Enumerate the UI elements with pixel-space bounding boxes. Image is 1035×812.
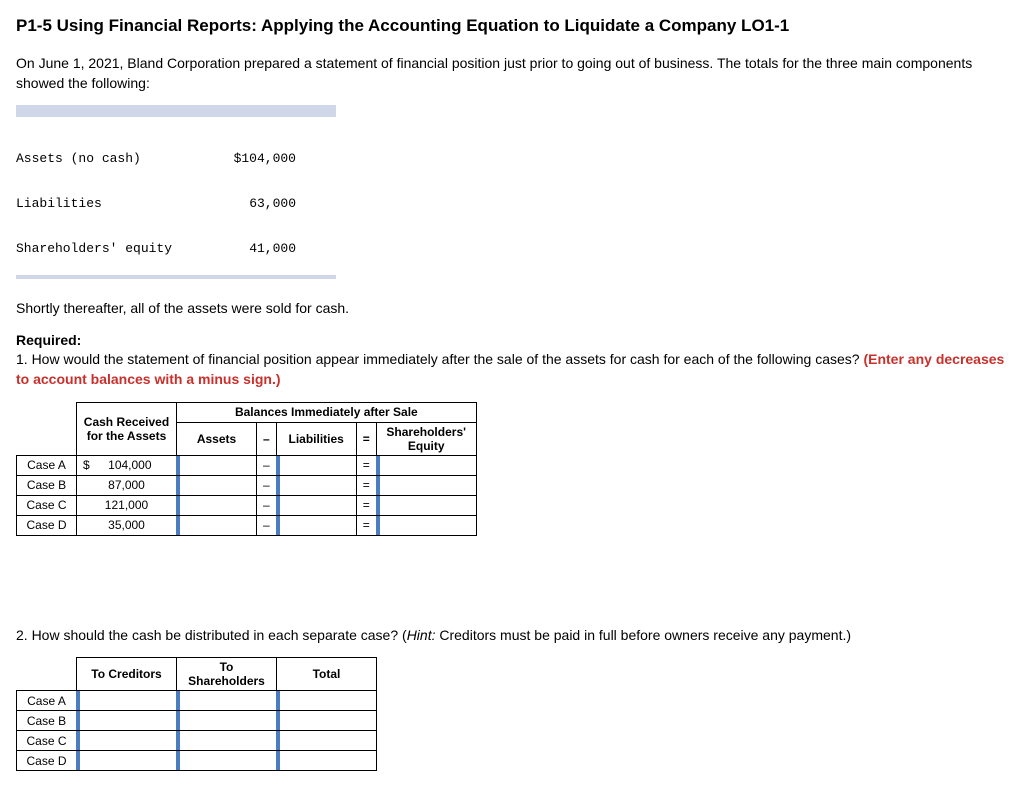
header-assets: Assets <box>177 422 257 455</box>
comp-label-equity: Shareholders' equity <box>16 241 196 256</box>
required-label: Required: <box>16 332 81 348</box>
liabilities-input[interactable] <box>276 495 356 515</box>
cash-value: 35,000 <box>77 515 177 535</box>
cash-value: $104,000 <box>77 455 177 475</box>
minus-cell: – <box>257 515 277 535</box>
empty-header <box>17 658 77 691</box>
comp-label-liabilities: Liabilities <box>16 196 196 211</box>
comp-value-assets: $104,000 <box>196 151 296 166</box>
header-balances-after-sale: Balances Immediately after Sale <box>177 402 477 422</box>
table-row: Case A $104,000 – = <box>17 455 477 475</box>
comp-value-equity: 41,000 <box>196 241 296 256</box>
balances-table: Cash Received for the Assets Balances Im… <box>16 402 477 536</box>
liabilities-input[interactable] <box>276 515 356 535</box>
table-row: Case C <box>17 731 377 751</box>
table-row: Case A <box>17 691 377 711</box>
intro-paragraph: On June 1, 2021, Bland Corporation prepa… <box>16 54 1016 93</box>
equals-cell: = <box>356 455 376 475</box>
question-2-block: 2. How should the cash be distributed in… <box>16 626 1016 646</box>
table-row: Case B 87,000 – = <box>17 475 477 495</box>
header-to-shareholders: To Shareholders <box>177 658 277 691</box>
header-cash-received: Cash Received for the Assets <box>77 402 177 455</box>
header-liabilities: Liabilities <box>276 422 356 455</box>
row-label: Case A <box>17 691 77 711</box>
equals-cell: = <box>356 495 376 515</box>
cash-value: 121,000 <box>77 495 177 515</box>
distribution-table: To Creditors To Shareholders Total Case … <box>16 657 377 771</box>
shareholders-input[interactable] <box>177 751 277 771</box>
after-paragraph: Shortly thereafter, all of the assets we… <box>16 299 1016 319</box>
row-label: Case A <box>17 455 77 475</box>
assets-input[interactable] <box>177 455 257 475</box>
row-label: Case D <box>17 515 77 535</box>
header-to-creditors: To Creditors <box>77 658 177 691</box>
shareholders-input[interactable] <box>177 731 277 751</box>
assets-input[interactable] <box>177 515 257 535</box>
total-input[interactable] <box>277 751 377 771</box>
creditors-input[interactable] <box>77 711 177 731</box>
total-input[interactable] <box>277 731 377 751</box>
comp-value-liabilities: 63,000 <box>196 196 296 211</box>
minus-cell: – <box>257 455 277 475</box>
shareholders-input[interactable] <box>177 691 277 711</box>
row-label: Case D <box>17 751 77 771</box>
row-label: Case B <box>17 475 77 495</box>
row-label: Case B <box>17 711 77 731</box>
comp-label-assets: Assets (no cash) <box>16 151 196 166</box>
equity-input[interactable] <box>376 495 476 515</box>
minus-cell: – <box>257 495 277 515</box>
liabilities-input[interactable] <box>276 455 356 475</box>
header-minus: – <box>257 422 277 455</box>
row-label: Case C <box>17 495 77 515</box>
table-row: Case D <box>17 751 377 771</box>
table-row: Case B <box>17 711 377 731</box>
creditors-input[interactable] <box>77 731 177 751</box>
table-row: Case D 35,000 – = <box>17 515 477 535</box>
required-block: Required: 1. How would the statement of … <box>16 331 1016 390</box>
cash-value: 87,000 <box>77 475 177 495</box>
question-2-hint-rest: Creditors must be paid in full before ow… <box>435 627 851 643</box>
total-input[interactable] <box>277 711 377 731</box>
components-block: Assets (no cash) $104,000 Liabilities 63… <box>16 105 336 279</box>
header-total: Total <box>277 658 377 691</box>
creditors-input[interactable] <box>77 751 177 771</box>
creditors-input[interactable] <box>77 691 177 711</box>
total-input[interactable] <box>277 691 377 711</box>
empty-header <box>17 402 77 455</box>
liabilities-input[interactable] <box>276 475 356 495</box>
equity-input[interactable] <box>376 515 476 535</box>
equity-input[interactable] <box>376 475 476 495</box>
header-equity: Shareholders' Equity <box>376 422 476 455</box>
question-1-text: 1. How would the statement of financial … <box>16 351 863 367</box>
equity-input[interactable] <box>376 455 476 475</box>
question-2-hint-label: Hint: <box>407 627 436 643</box>
table-row: Case C 121,000 – = <box>17 495 477 515</box>
equals-cell: = <box>356 515 376 535</box>
assets-input[interactable] <box>177 495 257 515</box>
row-label: Case C <box>17 731 77 751</box>
question-2-text: 2. How should the cash be distributed in… <box>16 627 407 643</box>
equals-cell: = <box>356 475 376 495</box>
minus-cell: – <box>257 475 277 495</box>
shareholders-input[interactable] <box>177 711 277 731</box>
assets-input[interactable] <box>177 475 257 495</box>
header-equals: = <box>356 422 376 455</box>
problem-title: P1-5 Using Financial Reports: Applying t… <box>16 16 1016 36</box>
